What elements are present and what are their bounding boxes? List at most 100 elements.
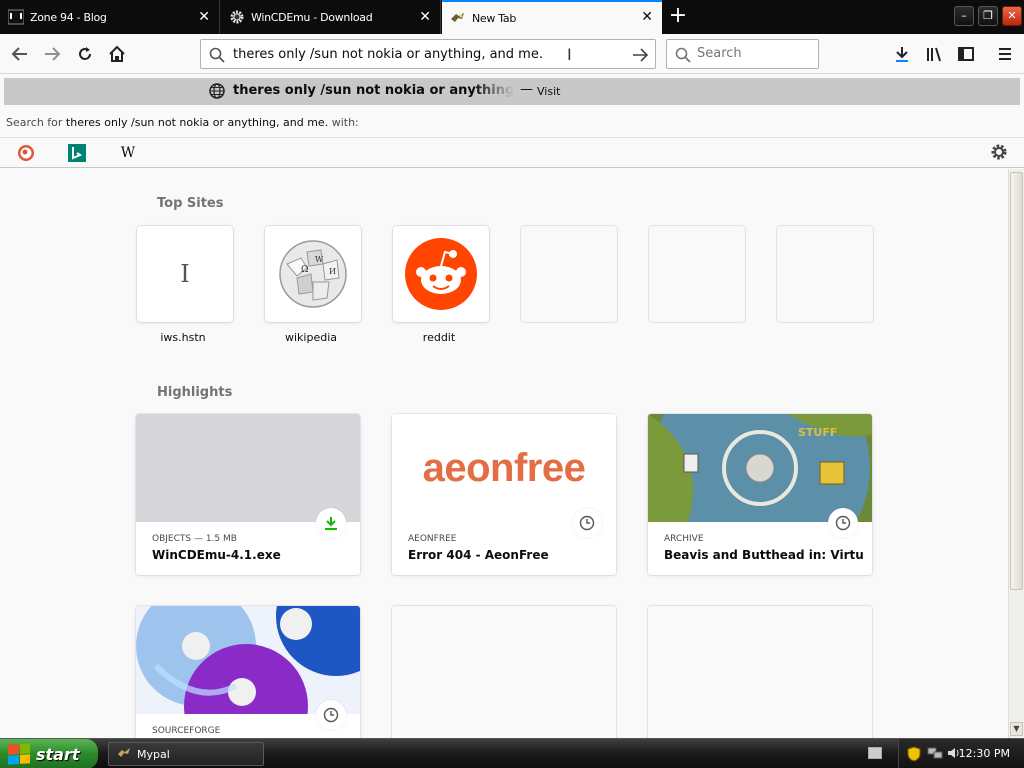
highlight-card[interactable]: aeonfree AEONFREE Error 404 - AeonFree [392,414,616,575]
search-for-query: theres only /sun not nokia or anything, … [65,116,329,129]
highlight-image: aeonfree [392,414,616,522]
tab-title: WinCDEmu - Download [251,10,373,24]
empty-top-site-slot [777,226,873,322]
home-button[interactable] [102,39,132,69]
highlight-image [136,606,360,738]
highlight-title: Beavis and Butthead in: Virtual S... [664,548,864,562]
restore-button[interactable]: ❐ [978,6,998,26]
tab-title: Zone 94 - Blog [30,10,107,24]
search-box[interactable] [666,39,819,69]
forward-arrow-icon [45,47,61,61]
highlight-image-placeholder [136,414,360,522]
separator-dash: — [520,82,533,97]
highlight-title: Error 404 - AeonFree [408,548,549,562]
task-label: Mypal [137,747,170,761]
navigation-bar: theres only /sun not nokia or anything, … [0,34,1024,74]
highlight-card[interactable]: OBJECTS — 1.5 MB WinCDEmu-4.1.exe [136,414,360,575]
top-sites-heading: Top Sites [157,196,224,211]
svg-text:STUFF: STUFF [798,426,837,439]
svg-text:И: И [329,267,336,276]
highlights-heading: Highlights [157,385,233,400]
shield-icon[interactable] [907,746,921,765]
zone94-icon [8,9,24,25]
network-icon[interactable] [927,746,943,763]
keyboard-icon[interactable] [868,747,882,759]
tab-zone94[interactable]: Zone 94 - Blog ✕ [0,0,220,34]
highlight-title: WinCDEmu-4.1.exe [152,548,281,562]
tab-wincdemu[interactable]: WinCDEmu - Download ✕ [221,0,441,34]
close-tab-icon[interactable]: ✕ [418,10,432,24]
library-button[interactable] [919,39,949,69]
aeonfree-logo-text: aeonfree [422,445,586,490]
back-button[interactable] [5,39,35,69]
reload-icon [79,47,91,60]
back-arrow-icon [11,47,27,61]
scrollbar-thumb[interactable] [1010,172,1023,590]
close-window-button[interactable]: ✕ [1002,6,1022,26]
highlight-image: STUFF [648,414,872,575]
go-arrow-icon[interactable] [631,46,649,67]
forward-button[interactable] [37,39,67,69]
search-for-line: Search for theres only /sun not nokia or… [6,116,359,129]
top-site-tile[interactable]: I [137,226,233,322]
search-for-prefix: Search for [6,116,63,129]
search-icon [675,47,691,66]
top-site-tile[interactable] [393,226,489,322]
empty-highlight-slot [648,606,872,738]
highlight-card[interactable]: STUFF ARCHIVE Beavis and Butthead in: Vi… [648,414,872,575]
highlight-meta: OBJECTS — 1.5 MB [152,534,237,544]
top-site-label: reddit [422,331,456,344]
tab-new-tab[interactable]: New Tab ✕ [442,0,662,34]
download-icon [896,47,908,62]
empty-top-site-slot [521,226,617,322]
gear-icon [229,9,245,25]
menu-button[interactable] [990,39,1020,69]
highlight-card[interactable]: SOURCEFORGE [136,606,360,738]
search-input[interactable] [697,46,812,61]
wikipedia-globe-icon: Ω W И [279,240,347,308]
clock-icon [828,508,858,538]
clock-icon [316,700,346,730]
search-settings-gear-icon[interactable] [990,143,1008,164]
close-tab-icon[interactable]: ✕ [197,10,211,24]
empty-top-site-slot [649,226,745,322]
home-icon [109,45,125,62]
suggestion-text: theres only /sun not nokia or anything, … [233,83,513,98]
reload-button[interactable] [70,39,100,69]
new-tab-button[interactable]: + [666,5,690,29]
url-input[interactable]: theres only /sun not nokia or anything, … [233,47,543,62]
sidebar-icon [958,47,974,61]
close-tab-icon[interactable]: ✕ [640,10,654,24]
reddit-alien-icon [405,238,477,310]
globe-icon [209,83,225,102]
download-icon [316,508,346,538]
taskbar-item-mypal[interactable]: Mypal [108,742,264,766]
scroll-down-arrow-icon[interactable]: ▼ [1010,722,1023,736]
clock: 12:30 PM [958,747,1010,760]
bing-icon[interactable] [67,143,87,163]
top-site-tile[interactable]: Ω W И [265,226,361,322]
library-icon [927,47,941,62]
text-cursor-icon: I [567,45,572,64]
visit-label: Visit [537,85,561,98]
vertical-scrollbar[interactable]: ▼ [1008,169,1024,738]
suggestion-row[interactable]: theres only /sun not nokia or anything, … [4,78,1020,105]
url-bar[interactable]: theres only /sun not nokia or anything, … [200,39,656,69]
top-site-label: wikipedia [284,331,337,344]
top-site-label: iws.hstn [160,331,206,344]
wikipedia-icon[interactable]: W [118,143,138,163]
duckduckgo-icon[interactable] [16,143,36,163]
minimize-button[interactable]: – [954,6,974,26]
clock-icon [572,508,602,538]
svg-text:W: W [315,255,324,264]
taskbar: start Mypal 12:30 PM [0,738,1024,768]
downloads-button[interactable] [887,39,917,69]
discs-image [136,606,360,738]
sidebar-button[interactable] [951,39,981,69]
text-fade [474,78,514,105]
highlight-meta: ARCHIVE [664,534,704,544]
mypal-app-icon [117,746,131,763]
start-button[interactable]: start [0,739,98,768]
cd-disc-image: STUFF [648,414,872,575]
empty-highlight-slot [392,606,616,738]
